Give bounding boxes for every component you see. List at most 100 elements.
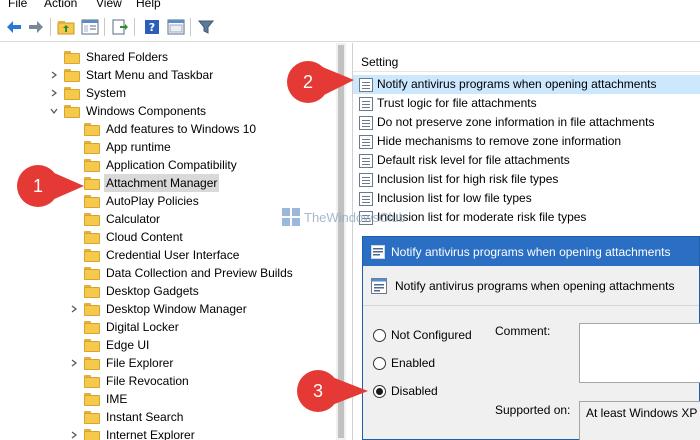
radio-disabled[interactable]: Disabled <box>373 384 438 398</box>
comment-field[interactable] <box>579 323 700 383</box>
watermark: TheWindowsClub <box>282 208 406 226</box>
setting-row[interactable]: Inclusion list for low file types <box>353 189 700 208</box>
setting-row[interactable]: Inclusion list for high risk file types <box>353 170 700 189</box>
tree-item-label: Credential User Interface <box>106 248 240 262</box>
radio-label: Not Configured <box>391 328 472 342</box>
tree-item-label: Add features to Windows 10 <box>106 122 257 136</box>
tree-item-label: System <box>86 86 127 100</box>
setting-label: Trust logic for file attachments <box>377 96 537 110</box>
radio-circle[interactable] <box>373 328 386 342</box>
tree-item[interactable]: Edge UI <box>68 336 151 354</box>
tree-item[interactable]: Shared Folders <box>48 48 170 66</box>
setting-column-header[interactable]: Setting <box>353 52 700 72</box>
policy-setting-icon <box>359 153 373 168</box>
comment-label: Comment: <box>495 324 551 338</box>
setting-row[interactable]: Notify antivirus programs when opening a… <box>353 75 700 94</box>
forward-arrow-icon[interactable] <box>26 17 46 37</box>
tree-item-label: Start Menu and Taskbar <box>86 68 214 82</box>
folder-icon <box>84 230 100 244</box>
setting-label: Inclusion list for moderate risk file ty… <box>377 210 587 224</box>
tree-item[interactable]: Calculator <box>68 210 162 228</box>
chevron-right-icon[interactable] <box>68 303 80 315</box>
menu-bar: File Action View Help <box>0 0 700 12</box>
tree-item[interactable]: App runtime <box>68 138 173 156</box>
watermark-text: TheWindowsClub <box>304 209 406 225</box>
folder-icon <box>84 392 100 406</box>
export-list-icon[interactable] <box>110 17 130 37</box>
tree-item[interactable]: Attachment Manager <box>68 174 220 192</box>
setting-label: Do not preserve zone information in file… <box>377 115 655 129</box>
tree-item[interactable]: Desktop Window Manager <box>68 300 249 318</box>
folder-icon <box>84 374 100 388</box>
folder-icon <box>84 194 100 208</box>
folder-icon <box>84 338 100 352</box>
tree-item[interactable]: IME <box>68 390 129 408</box>
radio-enabled[interactable]: Enabled <box>373 356 435 370</box>
tree-item[interactable]: System <box>48 84 128 102</box>
tree-item[interactable]: Application Compatibility <box>68 156 239 174</box>
chevron-down-icon[interactable] <box>48 105 60 117</box>
setting-row[interactable]: Trust logic for file attachments <box>353 94 700 113</box>
radio-circle[interactable] <box>373 356 386 370</box>
tree-item[interactable]: Start Menu and Taskbar <box>48 66 215 84</box>
tree-item-label: File Revocation <box>106 374 189 388</box>
chevron-right-icon[interactable] <box>68 429 80 440</box>
chevron-right-icon[interactable] <box>48 69 60 81</box>
menu-help[interactable]: Help <box>136 0 161 11</box>
tree-item-label: Desktop Window Manager <box>106 302 247 316</box>
setting-row[interactable]: Hide mechanisms to remove zone informati… <box>353 132 700 151</box>
svg-text:?: ? <box>149 21 155 34</box>
tree-item[interactable]: AutoPlay Policies <box>68 192 201 210</box>
tree-item[interactable]: Cloud Content <box>68 228 185 246</box>
folder-icon <box>84 356 100 370</box>
menu-action[interactable]: Action <box>44 0 77 11</box>
policy-setting-icon <box>359 115 373 130</box>
tree-item[interactable]: File Revocation <box>68 372 191 390</box>
policy-icon <box>371 244 385 259</box>
setting-row[interactable]: Do not preserve zone information in file… <box>353 113 700 132</box>
tree-item-label: Cloud Content <box>106 230 183 244</box>
tree-item[interactable]: Instant Search <box>68 408 185 426</box>
folder-icon <box>64 104 80 118</box>
tree-item-label: Instant Search <box>106 410 184 424</box>
setting-row[interactable]: Default risk level for file attachments <box>353 151 700 170</box>
folder-icon <box>84 122 100 136</box>
windows-logo-icon <box>282 208 300 226</box>
show-hide-tree-icon[interactable] <box>80 17 100 37</box>
menu-view[interactable]: View <box>96 0 122 11</box>
tree-item[interactable]: File Explorer <box>68 354 175 372</box>
back-arrow-icon[interactable] <box>4 17 24 37</box>
dialog-titlebar[interactable]: Notify antivirus programs when opening a… <box>363 237 699 266</box>
setting-label: Default risk level for file attachments <box>377 153 570 167</box>
callout-number: 1 <box>32 175 43 196</box>
properties-icon[interactable] <box>166 17 186 37</box>
tree-item[interactable]: Credential User Interface <box>68 246 241 264</box>
tree-item[interactable]: Desktop Gadgets <box>68 282 201 300</box>
chevron-right-icon[interactable] <box>68 357 80 369</box>
chevron-right-icon[interactable] <box>48 87 60 99</box>
tree-item[interactable]: Data Collection and Preview Builds <box>68 264 295 282</box>
tree-item[interactable]: Windows Components <box>48 102 208 120</box>
radio-circle[interactable] <box>373 384 386 398</box>
folder-icon <box>84 320 100 334</box>
tree-item[interactable]: Add features to Windows 10 <box>68 120 258 138</box>
up-folder-icon[interactable] <box>56 17 76 37</box>
dialog-title: Notify antivirus programs when opening a… <box>391 244 671 259</box>
tree-item[interactable]: Internet Explorer <box>68 426 197 440</box>
tree-item[interactable]: Digital Locker <box>68 318 181 336</box>
radio-not-configured[interactable]: Not Configured <box>373 328 472 342</box>
folder-icon <box>64 50 80 64</box>
folder-icon <box>84 428 100 440</box>
help-icon[interactable]: ? <box>142 17 162 37</box>
filter-icon[interactable] <box>196 17 216 37</box>
menu-file[interactable]: File <box>8 0 27 11</box>
folder-icon <box>84 158 100 172</box>
